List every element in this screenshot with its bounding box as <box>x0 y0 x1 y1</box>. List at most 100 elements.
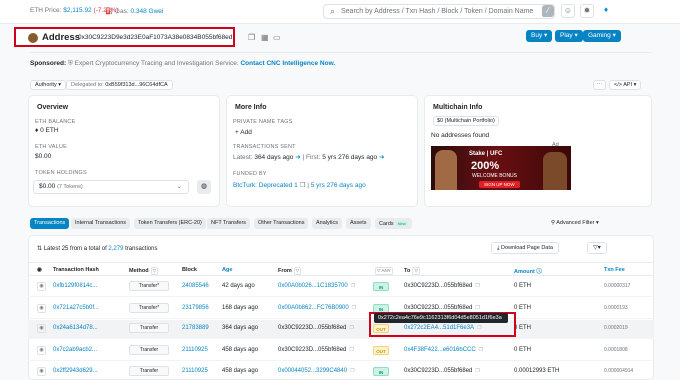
copy-icon[interactable]: ❐ <box>350 368 354 374</box>
copy-icon[interactable]: ❐ <box>300 182 306 189</box>
filter-icon[interactable]: ▽ <box>150 267 159 275</box>
eye-icon[interactable]: ◉ <box>37 324 46 333</box>
tab-label: Assets <box>350 220 367 226</box>
eye-icon[interactable]: ◉ <box>37 282 46 291</box>
play-button[interactable]: Play ▾ <box>555 30 583 42</box>
copy-icon[interactable]: ❐ <box>475 305 479 311</box>
block-link[interactable]: 23179856 <box>182 305 209 311</box>
tx-hash[interactable]: 0x24a6134d78... <box>53 325 98 331</box>
ad-cta-button[interactable]: SIGN UP NOW <box>479 181 520 188</box>
block-link[interactable]: 21110925 <box>182 368 208 374</box>
col-from[interactable]: From ▽ <box>278 267 302 275</box>
advanced-filter-button[interactable]: ⚲ Advanced Filter ▾ <box>551 218 599 229</box>
tab-token-transfers[interactable]: Token Transfers (ERC-20) <box>134 218 206 229</box>
eye-icon[interactable]: ◉ <box>37 304 46 313</box>
filter-icon[interactable]: ▽ ANY <box>375 267 393 275</box>
theme-sun-icon[interactable]: ✹ <box>580 4 594 18</box>
direction-badge: IN <box>373 282 389 291</box>
top-bar: ETH Price: $2,115.92 (-7.22%) ⛽ Gas: 0.3… <box>0 0 680 24</box>
eth-price-value[interactable]: $2,115.92 <box>63 7 91 14</box>
multichain-portfolio-badge[interactable]: $0 (Multichain Portfolio) <box>433 116 499 126</box>
gaming-button[interactable]: Gaming ▾ <box>583 30 621 42</box>
latest-label: Latest: <box>233 154 253 161</box>
overview-card: Overview ETH BALANCE ♦ 0 ETH ETH VALUE $… <box>28 95 220 207</box>
funded-by-link[interactable]: BtcTurk: Deprecated 1 <box>233 182 298 189</box>
tx-hash[interactable]: 0xfb129f0814c... <box>53 283 97 289</box>
authority-tag[interactable]: Authority ▾ <box>30 80 67 90</box>
block-link[interactable]: 21783889 <box>182 325 209 331</box>
funded-age-link[interactable]: 5 yrs 276 days ago <box>311 182 366 189</box>
copy-icon[interactable]: ❐ <box>349 347 353 353</box>
tab-internal-transactions[interactable]: Internal Transactions <box>71 218 131 229</box>
new-badge: New <box>395 221 408 226</box>
add-tag-button[interactable]: + Add <box>235 129 252 136</box>
total-link[interactable]: 2,279 <box>108 246 123 252</box>
gas-value[interactable]: 0.348 Gwei <box>130 8 163 15</box>
arrow-right-icon[interactable]: ➔ <box>295 154 300 161</box>
to-address[interactable]: 0x4F38F422...e6016bCCC ❐ <box>404 347 483 353</box>
gas-info: ⛽ Gas: 0.348 Gwei <box>105 7 163 15</box>
search-clear-button[interactable]: ⁄ <box>542 5 554 17</box>
tx-hash[interactable]: 0x721a27c5b0f... <box>53 305 99 311</box>
arrow-right-icon[interactable]: ➔ <box>379 154 384 161</box>
col-method-label: Method <box>129 268 149 274</box>
token-holdings-value: $0.00 <box>39 183 56 190</box>
user-icon[interactable]: ☺ <box>561 4 575 18</box>
tab-transactions[interactable]: Transactions <box>30 218 70 229</box>
tx-hash[interactable]: 0x7c2ab9acb2... <box>53 347 97 353</box>
tab-label: Transactions <box>34 220 66 226</box>
from-address[interactable]: 0x00A0b862...FC76B0900 ❐ <box>278 305 356 311</box>
download-button[interactable]: ⤓ Download Page Data <box>491 242 559 254</box>
copy-icon[interactable]: ❐ <box>248 33 255 42</box>
sponsored-link[interactable]: Contact CNC Intelligence Now. <box>240 60 335 67</box>
tab-assets[interactable]: Assets <box>346 218 371 229</box>
gaming-label: Gaming <box>588 32 611 39</box>
tab-label: Cards <box>379 221 394 227</box>
from-address[interactable]: 0x00044052...3299C4840 ❐ <box>278 368 355 374</box>
copy-icon[interactable]: ❐ <box>475 368 479 374</box>
filter-icon[interactable]: ▽ <box>412 267 420 275</box>
from-address[interactable]: 0x00A0b026...1C1835700 ❐ <box>278 283 355 289</box>
eth-balance: ♦ 0 ETH <box>35 127 59 134</box>
filter-icon[interactable]: ▽ <box>293 267 302 275</box>
download-label: Download Page Data <box>500 245 553 251</box>
token-holdings-select[interactable]: $0.00 (7 Tokens) ⌄ <box>33 180 189 194</box>
col-age[interactable]: Age <box>222 267 232 273</box>
amount: 0 ETH <box>514 347 532 353</box>
more-menu-button[interactable]: ⋯ <box>593 80 606 90</box>
col-method[interactable]: Method ▽ <box>129 267 159 275</box>
to-address: 0x30C9223D...055bf68ed ❐ <box>404 368 480 374</box>
tx-hash[interactable]: 0x2ff2943d629... <box>53 368 98 374</box>
delegated-tag[interactable]: Delegated to: 0xB59f313d...96C64dfCA <box>66 80 173 90</box>
col-amount[interactable]: Amount ⓘ <box>514 267 542 275</box>
wallet-button[interactable]: ◍ <box>197 180 211 194</box>
eye-icon[interactable]: ◉ <box>37 367 46 376</box>
dir-filter[interactable]: ▽ ANY <box>373 267 393 275</box>
ethereum-icon[interactable]: ♦ <box>599 4 613 18</box>
first-value: 5 yrs 276 days ago <box>322 154 378 161</box>
copy-icon[interactable]: ❐ <box>475 283 479 289</box>
tab-nft-transfers[interactable]: NFT Transfers <box>207 218 251 229</box>
qr-code-icon[interactable]: ▦ <box>261 33 269 42</box>
api-button[interactable]: </> API ▾ <box>609 80 642 90</box>
block-link[interactable]: 21110925 <box>182 347 208 353</box>
funded-by-label: FUNDED BY <box>233 171 267 177</box>
col-txn-fee[interactable]: Txn Fee <box>604 267 625 273</box>
copy-icon[interactable]: ❐ <box>352 305 356 311</box>
tab-cards[interactable]: Cards New <box>375 218 412 229</box>
copy-icon[interactable]: ❐ <box>479 347 483 353</box>
buy-button[interactable]: Buy ▾ <box>526 30 553 42</box>
eye-icon[interactable]: ◉ <box>37 346 46 355</box>
copy-icon[interactable]: ❐ <box>351 283 355 289</box>
comment-icon[interactable]: ▭ <box>273 33 281 42</box>
copy-icon[interactable]: ❐ <box>349 325 353 331</box>
col-to[interactable]: To ▽ <box>404 267 420 275</box>
search-input[interactable]: ⌕ Search by Address / Txn Hash / Block /… <box>323 4 555 19</box>
ad-banner[interactable]: Stake | UFC 200% WELCOME BONUS SIGN UP N… <box>431 146 571 190</box>
tab-analytics[interactable]: Analytics <box>312 218 343 229</box>
table-row: ◉ 0x2ff2943d629... Transfer 21110925 458… <box>28 363 654 380</box>
tab-other-transactions[interactable]: Other Transactions <box>254 218 309 229</box>
age: 42 days ago <box>222 283 255 289</box>
column-filter-button[interactable]: ▽▾ <box>587 242 607 254</box>
block-link[interactable]: 24085546 <box>182 283 209 289</box>
